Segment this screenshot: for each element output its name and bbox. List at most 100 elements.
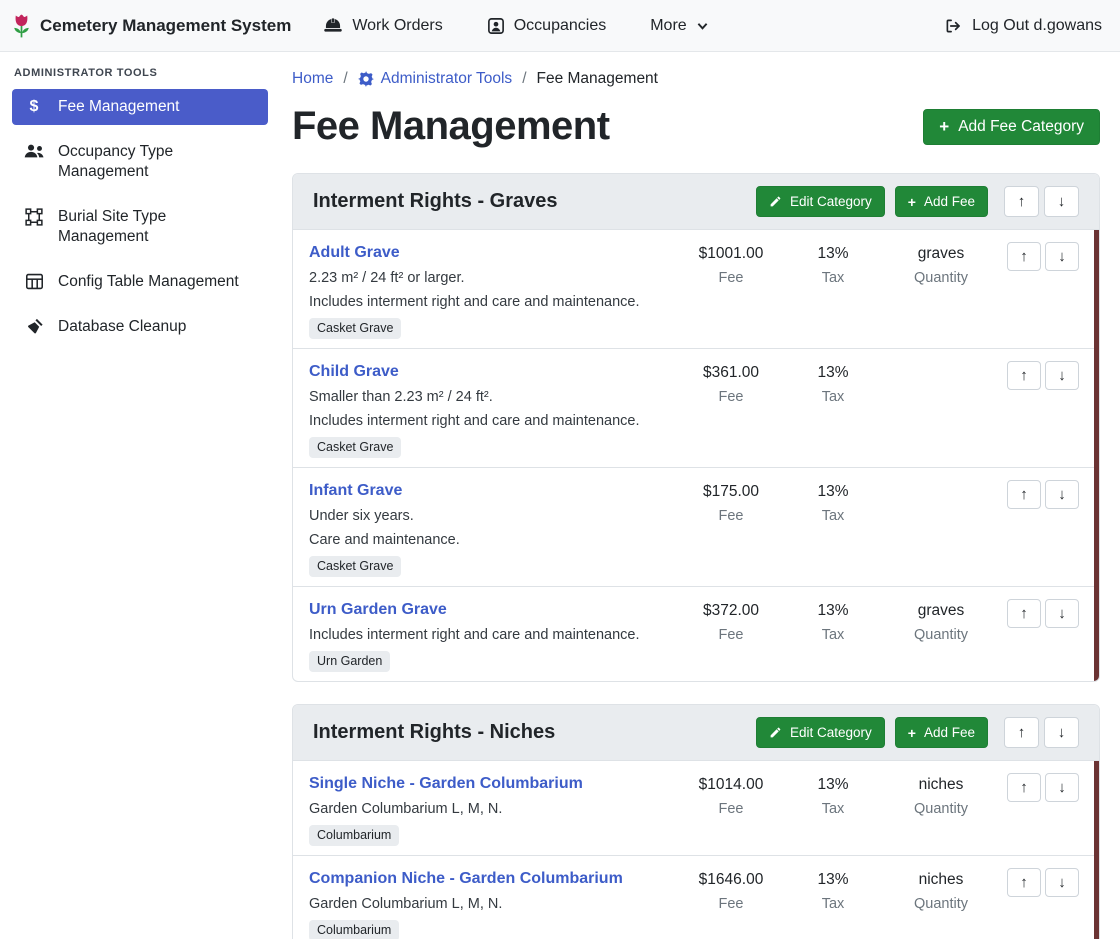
move-fee-up-button[interactable]: ↑ <box>1007 242 1041 271</box>
arrow-up-icon: ↑ <box>1020 779 1028 796</box>
edit-category-label: Edit Category <box>790 725 872 740</box>
breadcrumb-admin-tools-link[interactable]: Administrator Tools <box>358 70 513 88</box>
sidebar-item-occupancy-type-management[interactable]: Occupancy Type Management <box>12 134 268 190</box>
fee-reorder-group: ↑ ↓ <box>997 773 1089 802</box>
edit-category-button[interactable]: Edit Category <box>756 186 885 217</box>
fee-name-link[interactable]: Adult Grave <box>309 242 400 264</box>
fee-amount-value: $361.00 <box>681 362 781 384</box>
gear-icon <box>358 71 374 87</box>
move-fee-down-button[interactable]: ↓ <box>1045 242 1079 271</box>
tax-cell: 13% Tax <box>781 480 885 526</box>
fee-description: Garden Columbarium L, M, N. <box>309 894 681 914</box>
edit-category-button[interactable]: Edit Category <box>756 717 885 748</box>
move-fee-up-button[interactable]: ↑ <box>1007 599 1041 628</box>
quantity-cell: graves Quantity <box>885 242 997 288</box>
fee-reorder-group: ↑ ↓ <box>997 599 1089 628</box>
fee-name-link[interactable]: Urn Garden Grave <box>309 599 447 621</box>
fee-name-link[interactable]: Infant Grave <box>309 480 402 502</box>
nav-occupancies[interactable]: Occupancies <box>487 17 607 35</box>
fee-amount-value: $1001.00 <box>681 243 781 265</box>
breadcrumb-admin-tools-label: Administrator Tools <box>381 70 513 88</box>
fee-amount-label: Fee <box>681 387 781 407</box>
quantity-cell: niches Quantity <box>885 773 997 819</box>
fee-amount-value: $175.00 <box>681 481 781 503</box>
chevron-down-icon <box>696 20 709 32</box>
fee-category-card: Interment Rights - Graves Edit Category … <box>292 173 1100 682</box>
logout-button[interactable]: Log Out d.gowans <box>943 17 1102 35</box>
quantity-cell: niches Quantity <box>885 868 997 914</box>
arrow-up-icon: ↑ <box>1018 724 1026 741</box>
quantity-value: niches <box>885 869 997 891</box>
move-fee-down-button[interactable]: ↓ <box>1045 599 1079 628</box>
fee-reorder-group: ↑ ↓ <box>997 242 1089 271</box>
fee-amount-label: Fee <box>681 268 781 288</box>
breadcrumb: Home / Administrator Tools / Fee Managem… <box>292 66 1100 90</box>
sidebar-item-burial-site-type-management[interactable]: Burial Site Type Management <box>12 199 268 255</box>
move-category-down-button[interactable]: ↓ <box>1044 186 1079 217</box>
add-fee-button[interactable]: + Add Fee <box>895 186 988 217</box>
add-fee-category-button[interactable]: + Add Fee Category <box>923 109 1100 145</box>
move-fee-up-button[interactable]: ↑ <box>1007 868 1041 897</box>
add-fee-category-label: Add Fee Category <box>958 118 1084 136</box>
add-fee-button[interactable]: + Add Fee <box>895 717 988 748</box>
fee-list: Single Niche - Garden Columbarium Garden… <box>293 761 1099 939</box>
sidebar-item-fee-management[interactable]: $ Fee Management <box>12 89 268 125</box>
breadcrumb-home-link[interactable]: Home <box>292 70 333 88</box>
fee-amount-cell: $1001.00 Fee <box>681 242 781 288</box>
scrollbar-thumb[interactable] <box>1094 230 1099 681</box>
tax-cell: 13% Tax <box>781 868 885 914</box>
fee-category-card: Interment Rights - Niches Edit Category … <box>292 704 1100 939</box>
move-category-down-button[interactable]: ↓ <box>1044 717 1079 748</box>
fee-reorder-group: ↑ ↓ <box>997 361 1089 390</box>
app-brand[interactable]: Cemetery Management System <box>12 13 291 39</box>
fee-amount-value: $1014.00 <box>681 774 781 796</box>
fee-reorder-group: ↑ ↓ <box>997 868 1089 897</box>
move-category-up-button[interactable]: ↑ <box>1004 717 1039 748</box>
flower-logo-icon <box>12 13 31 39</box>
tax-value: 13% <box>781 600 885 622</box>
fee-list: Adult Grave 2.23 m² / 24 ft² or larger.I… <box>293 230 1099 681</box>
fee-description: Care and maintenance. <box>309 530 681 550</box>
quantity-cell: graves Quantity <box>885 599 997 645</box>
quantity-value: niches <box>885 774 997 796</box>
move-category-up-button[interactable]: ↑ <box>1004 186 1039 217</box>
sidebar-item-config-table-management[interactable]: Config Table Management <box>12 264 268 300</box>
fee-description: Includes interment right and care and ma… <box>309 411 681 431</box>
fee-main: Adult Grave 2.23 m² / 24 ft² or larger.I… <box>309 242 681 339</box>
nav-more[interactable]: More <box>650 17 708 35</box>
fee-name-link[interactable]: Single Niche - Garden Columbarium <box>309 773 583 795</box>
arrow-up-icon: ↑ <box>1018 193 1026 210</box>
title-row: Fee Management + Add Fee Category <box>292 104 1100 149</box>
sidebar-item-database-cleanup[interactable]: Database Cleanup <box>12 309 268 345</box>
scrollbar-thumb[interactable] <box>1094 761 1099 939</box>
tax-cell: 13% Tax <box>781 242 885 288</box>
plus-icon: + <box>908 195 916 209</box>
move-fee-up-button[interactable]: ↑ <box>1007 480 1041 509</box>
fee-name-link[interactable]: Companion Niche - Garden Columbarium <box>309 868 623 890</box>
plot-vector-icon <box>22 208 46 226</box>
fee-descriptions: Garden Columbarium L, M, N. <box>309 799 681 819</box>
fee-name-link[interactable]: Child Grave <box>309 361 399 383</box>
sidebar-item-label: Occupancy Type Management <box>58 142 258 182</box>
move-fee-down-button[interactable]: ↓ <box>1045 480 1079 509</box>
tax-cell: 13% Tax <box>781 773 885 819</box>
move-fee-down-button[interactable]: ↓ <box>1045 361 1079 390</box>
nav-work-orders[interactable]: Work Orders <box>323 17 442 35</box>
fee-amount-cell: $361.00 Fee <box>681 361 781 407</box>
move-fee-down-button[interactable]: ↓ <box>1045 773 1079 802</box>
quantity-label: Quantity <box>885 894 997 914</box>
fee-row: Companion Niche - Garden Columbarium Gar… <box>293 856 1099 939</box>
tax-value: 13% <box>781 869 885 891</box>
top-navbar: Cemetery Management System Work Orders <box>0 0 1120 52</box>
app-title: Cemetery Management System <box>40 16 291 36</box>
move-fee-up-button[interactable]: ↑ <box>1007 773 1041 802</box>
arrow-down-icon: ↓ <box>1058 779 1066 796</box>
arrow-down-icon: ↓ <box>1058 486 1066 503</box>
move-fee-down-button[interactable]: ↓ <box>1045 868 1079 897</box>
add-fee-label: Add Fee <box>924 194 975 209</box>
quantity-cell <box>885 361 997 365</box>
add-fee-label: Add Fee <box>924 725 975 740</box>
arrow-down-icon: ↓ <box>1058 874 1066 891</box>
move-fee-up-button[interactable]: ↑ <box>1007 361 1041 390</box>
category-header: Interment Rights - Graves Edit Category … <box>293 174 1099 230</box>
